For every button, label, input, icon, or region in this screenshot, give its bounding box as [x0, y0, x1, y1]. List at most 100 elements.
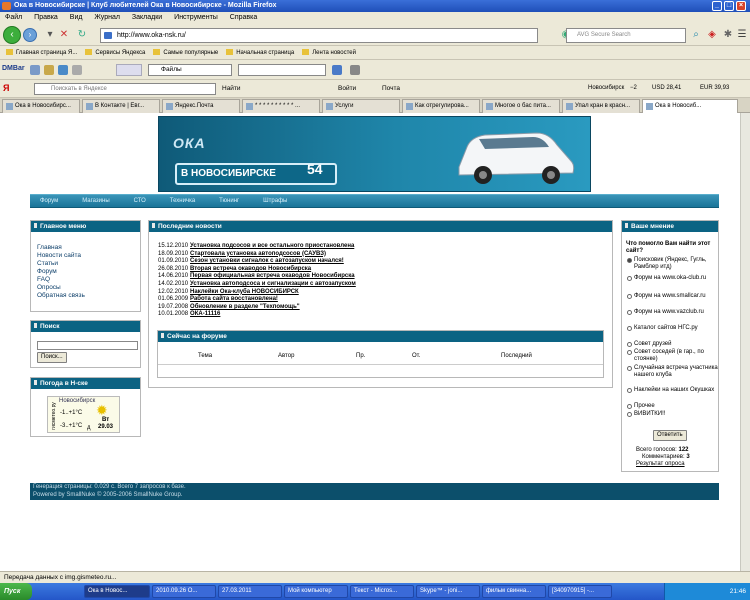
site-search-button[interactable]: Поиск... — [37, 352, 67, 363]
bookmark-item[interactable]: Сервисы Яндекса — [85, 50, 145, 56]
radio-icon[interactable] — [627, 404, 632, 409]
radio-icon[interactable] — [627, 350, 632, 355]
radio-icon[interactable] — [627, 412, 632, 417]
dmbar-search-icon[interactable] — [332, 65, 342, 75]
site-search-input[interactable] — [37, 341, 138, 350]
site-header-banner[interactable]: ОКА В НОВОСИБИРСКЕ 54 — [158, 116, 591, 192]
yandex-search-input[interactable]: Поискать в Яндексе — [34, 83, 216, 95]
yandex-mail-button[interactable]: Почта — [382, 85, 400, 92]
menu-edit[interactable]: Правка — [33, 14, 59, 21]
menu-link-feedback[interactable]: Обратная связь — [37, 292, 140, 300]
bookmark-item[interactable]: Начальная страница — [226, 50, 294, 56]
menu-view[interactable]: Вид — [69, 14, 84, 21]
weather-informer[interactable]: Новосибирск -1..+1°C -3..+1°C д гисметео… — [47, 396, 120, 433]
menu-link-news[interactable]: Новости сайта — [37, 252, 140, 260]
close-button[interactable]: × — [736, 1, 746, 11]
poll-option[interactable]: Наклейки на наших Окушках — [624, 387, 719, 403]
news-link[interactable]: Установка подсосов и все остального прио… — [190, 243, 354, 249]
site-nav-tech[interactable]: Техничка — [170, 198, 195, 204]
poll-option[interactable]: Поисковик (Яндекс, Гугль, Рамблер итд) — [624, 257, 719, 275]
tools-icon[interactable]: ☰ — [736, 29, 748, 41]
news-link[interactable]: ОКА-11116 — [190, 311, 220, 317]
addon-icon[interactable]: ✱ — [722, 29, 734, 41]
forward-button[interactable]: › — [23, 28, 37, 42]
menu-help[interactable]: Справка — [229, 14, 258, 21]
yandex-logo-icon[interactable]: Я — [3, 83, 9, 93]
taskbar-item[interactable]: Skype™ - joni... — [416, 585, 480, 598]
menu-link-faq[interactable]: FAQ — [37, 276, 140, 284]
vertical-scrollbar[interactable] — [740, 113, 750, 571]
menu-history[interactable]: Журнал — [93, 14, 121, 21]
bookmark-item[interactable]: Главная страница Я... — [6, 50, 77, 56]
poll-option[interactable]: Совет друзей — [624, 341, 719, 349]
taskbar-item[interactable]: 2010.09.26 О... — [152, 585, 216, 598]
bookmark-item[interactable]: Самые популярные — [153, 50, 218, 56]
news-link[interactable]: Обновление в разделе "Техпомощь" — [190, 304, 300, 310]
news-link[interactable]: Вторая встреча окаводов Новосибирска — [190, 266, 311, 272]
radio-icon[interactable] — [627, 310, 632, 315]
radio-icon[interactable] — [627, 258, 632, 263]
minimize-button[interactable]: _ — [712, 1, 722, 11]
dmbar-search-input[interactable] — [238, 64, 326, 76]
news-link[interactable]: Сезон установки сигналок с автозапуском … — [190, 258, 344, 264]
news-link[interactable]: Первая официальная встреча окаводов Ново… — [190, 273, 355, 279]
mail-icon[interactable] — [30, 65, 40, 75]
news-link[interactable]: Установка автоподсоса и сигнализации с а… — [190, 281, 356, 287]
radio-icon[interactable] — [627, 326, 632, 331]
poll-option[interactable]: Каталог сайтов НГС.ру — [624, 325, 719, 341]
poll-option[interactable]: Форум на www.oka-club.ru — [624, 275, 719, 293]
dmbar-options-icon[interactable] — [350, 65, 360, 75]
dropdown-arrow-icon[interactable]: ▾ — [44, 29, 56, 41]
site-nav-sto[interactable]: СТО — [134, 198, 146, 204]
star-icon[interactable] — [44, 65, 54, 75]
site-nav-tuning[interactable]: Тюнинг — [219, 198, 239, 204]
taskbar-item[interactable]: Мой компьютер — [284, 585, 348, 598]
taskbar-item[interactable]: 27.03.2011 — [218, 585, 282, 598]
radio-icon[interactable] — [627, 276, 632, 281]
menu-link-articles[interactable]: Статьи — [37, 260, 140, 268]
tab-item[interactable]: * * * * * * * * * * ... — [242, 99, 320, 113]
maximize-button[interactable]: □ — [724, 1, 734, 11]
menu-tools[interactable]: Инструменты — [173, 14, 219, 21]
stop-icon[interactable]: ✕ — [58, 29, 70, 41]
tab-item[interactable]: Как отрегулирова... — [402, 99, 480, 113]
tab-item[interactable]: В Контакте | Евг... — [82, 99, 160, 113]
menu-link-home[interactable]: Главная — [37, 244, 140, 252]
radio-icon[interactable] — [627, 342, 632, 347]
poll-option[interactable]: Форум на www.smallcar.ru — [624, 293, 719, 309]
tab-item[interactable]: Многое о бас пита... — [482, 99, 560, 113]
menu-file[interactable]: Файл — [4, 14, 23, 21]
yandex-city[interactable]: Новосибирск — [588, 85, 624, 91]
reload-icon[interactable]: ↻ — [76, 29, 88, 41]
poll-option[interactable]: Прочее — [624, 403, 719, 411]
tab-item[interactable]: Услуги — [322, 99, 400, 113]
yandex-usd-rate[interactable]: USD 28,41 — [652, 85, 681, 91]
yandex-find-button[interactable]: Найти — [222, 85, 241, 92]
poll-results-link[interactable]: Результат опроса — [636, 461, 690, 468]
search-go-icon[interactable]: ⌕ — [690, 29, 702, 41]
start-button[interactable]: Пуск — [0, 583, 32, 600]
poll-option[interactable]: Совет соседей (в гар., по стоянке) — [624, 349, 719, 365]
globe-icon[interactable] — [58, 65, 68, 75]
back-button[interactable]: ‹ — [3, 26, 21, 44]
yandex-eur-rate[interactable]: EUR 39,93 — [700, 85, 729, 91]
tab-item[interactable]: Яндекс.Почта — [162, 99, 240, 113]
news-link[interactable]: Работа сайта восстановлена! — [190, 296, 278, 302]
settings-icon[interactable] — [72, 65, 82, 75]
radio-icon[interactable] — [627, 294, 632, 299]
clock[interactable]: 21:46 — [730, 588, 746, 595]
tab-item[interactable]: Упал кран в красн... — [562, 99, 640, 113]
taskbar-item[interactable]: Текст - Micros... — [350, 585, 414, 598]
news-link[interactable]: Стартовала установка автоподсосов (САУВЗ… — [190, 251, 326, 257]
bookmark-item[interactable]: Лента новостей — [302, 50, 356, 56]
tab-item-active[interactable]: Ока в Новосиб... — [642, 99, 738, 113]
menu-link-polls[interactable]: Опросы — [37, 284, 140, 292]
yandex-temperature[interactable]: −2 — [630, 85, 637, 91]
site-nav-shops[interactable]: Магазины — [82, 198, 109, 204]
radio-icon[interactable] — [627, 366, 632, 371]
tab-item[interactable]: Ока в Новосибирс... — [2, 99, 80, 113]
menu-bookmarks[interactable]: Закладки — [131, 14, 163, 21]
dmbar-widget[interactable] — [116, 64, 142, 76]
taskbar-item[interactable]: [340970915] -... — [548, 585, 612, 598]
url-bar[interactable]: http://www.oka-nsk.ru/ — [100, 28, 538, 43]
